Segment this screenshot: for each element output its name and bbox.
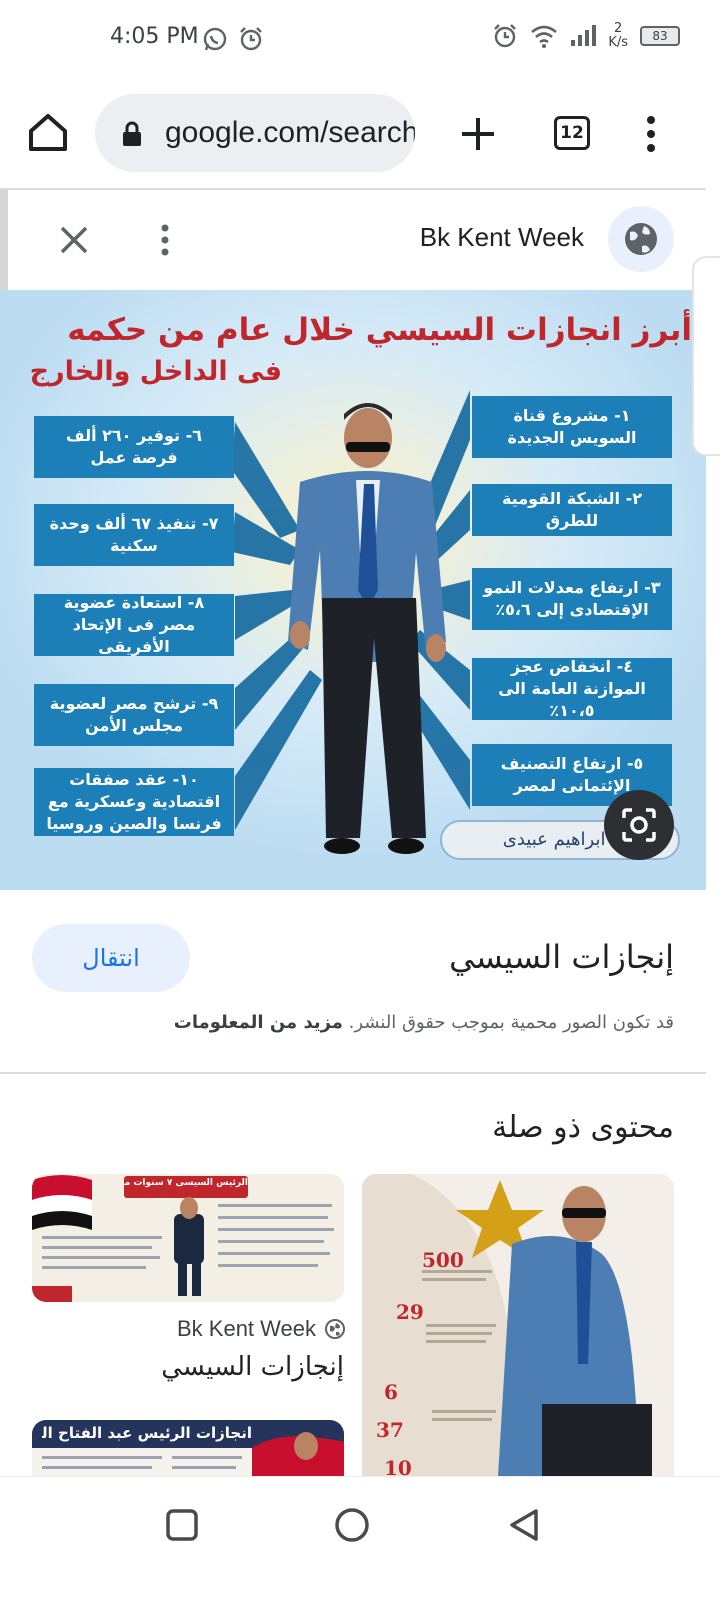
recents-button[interactable] <box>160 1503 204 1547</box>
more-info-link[interactable]: مزيد من المعلومات <box>174 1012 343 1033</box>
home-button[interactable] <box>26 110 70 154</box>
home-nav-button[interactable] <box>330 1503 374 1547</box>
close-panel-button[interactable] <box>52 218 96 262</box>
status-right-icons: 2 K/s 83 <box>492 22 680 50</box>
status-bar: 4:05 PM 2 K/s 83 <box>0 0 720 80</box>
alarm-icon <box>494 24 517 48</box>
edge-panel-handle[interactable] <box>692 256 720 456</box>
back-triangle-icon <box>510 1509 538 1541</box>
related-thumbnail[interactable]: الرئيس السيسى ٧ سنوات من الإنجازات <box>32 1174 344 1302</box>
achievement-box: ٤- انخفاض عجز الموازنة العامة الى ١٠،٥٪ <box>472 657 672 720</box>
copyright-text: قد تكون الصور محمية بموجب حقوق النشر. <box>348 1012 674 1033</box>
plus-icon <box>462 118 494 150</box>
achievement-box: ٢- الشبكة القومية للطرق <box>472 484 672 536</box>
close-icon <box>60 226 88 254</box>
signal-icon <box>571 25 597 46</box>
globe-icon <box>625 223 657 255</box>
new-tab-button[interactable] <box>456 112 500 156</box>
address-bar[interactable]: google.com/search <box>95 94 415 172</box>
status-time: 4:05 PM <box>110 24 199 49</box>
speed-unit: K/s <box>608 35 628 50</box>
square-icon <box>166 1509 198 1541</box>
thumbnail-stat: 10 <box>384 1456 412 1476</box>
alarm-icon <box>240 27 262 51</box>
related-source-name: Bk Kent Week <box>177 1316 316 1341</box>
achievement-box: ٩- ترشح مصر لعضوية مجلس الأمن <box>34 684 234 746</box>
source-site-name[interactable]: Bk Kent Week <box>420 222 584 253</box>
result-title: إنجازات السيسي <box>449 938 674 976</box>
panel-more-button[interactable] <box>150 218 180 262</box>
browser-menu-button[interactable] <box>636 112 666 156</box>
main-image-preview[interactable]: أبرز انجازات السيسي خلال عام من حكمه فى … <box>0 290 706 890</box>
related-source[interactable]: Bk Kent Week <box>177 1316 346 1342</box>
speed-value: 2 <box>614 21 623 36</box>
network-speed: 2 K/s <box>608 22 628 50</box>
battery-indicator: 83 <box>640 26 680 46</box>
related-title[interactable]: إنجازات السيسي <box>161 1352 344 1382</box>
home-icon <box>29 114 67 151</box>
thumbnail-graphic <box>362 1174 674 1476</box>
thumbnail-header-text: الرئيس السيسى ٧ سنوات من الإنجازات <box>124 1178 248 1188</box>
achievement-box: ٦- توفير ٢٦٠ ألف فرصة عمل <box>34 416 234 478</box>
browser-toolbar: google.com/search 12 <box>0 94 720 174</box>
thumbnail-stat: 500 <box>422 1248 464 1272</box>
image-title-line2: فى الداخل والخارج <box>29 356 282 387</box>
wifi-icon <box>531 25 558 48</box>
whatsapp-icon <box>203 27 227 51</box>
lock-icon <box>123 121 141 146</box>
lens-search-button[interactable] <box>604 790 674 860</box>
thumbnail-stat: 29 <box>396 1300 424 1324</box>
achievement-box: ٨- استعادة عضوية مصر فى الإتحاد الأفريقى <box>34 593 234 656</box>
thumbnail-stat: 37 <box>376 1418 404 1442</box>
more-vert-icon <box>647 116 655 152</box>
achievement-box: ٧- تنفيذ ٦٧ ألف وحدة سكنية <box>34 504 234 566</box>
image-title-line1: أبرز انجازات السيسي خلال عام من حكمه <box>67 312 692 348</box>
circle-icon <box>335 1508 369 1542</box>
related-thumbnail[interactable]: انجازات الرئيس عبد الفتاح السيسي <box>32 1420 344 1476</box>
achievement-box: ٣- ارتفاع معدلات النمو الإقتصادى إلى ٥،٦… <box>472 568 672 630</box>
achievement-box: ١- مشروع قناة السويس الجديدة <box>472 396 672 458</box>
url-text: google.com/search <box>165 116 415 149</box>
thumbnail-graphic <box>32 1174 344 1302</box>
thumbnail-stat: 6 <box>384 1380 398 1404</box>
more-vert-icon <box>161 224 169 256</box>
status-left-icons <box>202 26 264 52</box>
section-divider <box>0 1072 706 1074</box>
lens-icon <box>622 808 656 842</box>
visit-button[interactable]: انتقال <box>32 924 190 992</box>
related-thumbnail[interactable]: 500 29 6 37 10 <box>362 1174 674 1476</box>
thumbnail-header-text: انجازات الرئيس عبد الفتاح السيسي <box>42 1424 252 1442</box>
site-favicon-button[interactable] <box>608 206 674 272</box>
back-button[interactable] <box>502 1503 546 1547</box>
globe-icon <box>325 1319 345 1339</box>
related-content-heading: محتوى ذو صلة <box>492 1110 674 1145</box>
image-panel-header: Bk Kent Week <box>0 190 706 290</box>
copyright-notice: قد تكون الصور محمية بموجب حقوق النشر. مز… <box>174 1012 674 1033</box>
tab-switcher-button[interactable]: 12 <box>554 116 590 150</box>
achievement-box: ١٠- عقد صفقات اقتصادية وعسكرية مع فرنسا … <box>34 768 234 836</box>
system-navigation-bar <box>0 1476 720 1600</box>
